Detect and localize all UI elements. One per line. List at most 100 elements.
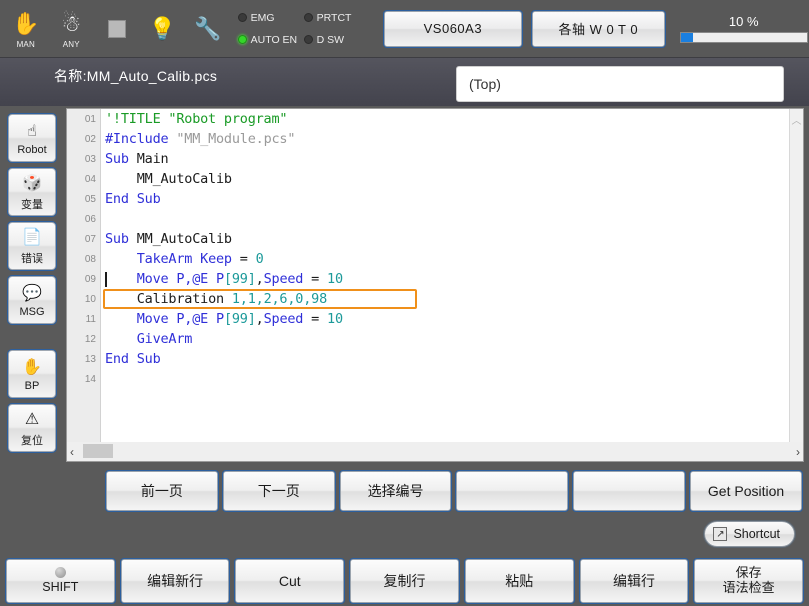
speed-progress-fill (680, 33, 694, 42)
line-number: 05 (84, 193, 96, 205)
cut-button[interactable]: Cut (234, 558, 346, 604)
status-led-prtct: PRTCT (303, 11, 370, 24)
line-number: 14 (84, 373, 96, 385)
prtct-led-label: PRTCT (316, 11, 352, 24)
hand-icon[interactable]: ✋ MAN (6, 4, 46, 54)
hand-stop-icon: ✋ (22, 358, 42, 376)
edit-new-line-button[interactable]: 编辑新行 (119, 558, 231, 604)
next-page-button[interactable]: 下一页 (221, 470, 336, 512)
code-token: End Sub (105, 191, 161, 207)
sidebar-item-message-label: MSG (19, 305, 45, 318)
paste-button[interactable]: 粘贴 (463, 558, 575, 604)
code-token: = (303, 271, 328, 287)
editor-horizontal-scrollbar[interactable]: ‹ › (66, 442, 804, 462)
robot-teach-pendant-screen: ✋ MAN ☃ ANY 💡 🔧 EMG PRTCT AUTO EN D SW V… (0, 0, 809, 606)
status-led-d-sw: D SW (303, 34, 370, 46)
hand-icon-glyph: ✋ (11, 10, 40, 36)
code-token: Speed (263, 311, 304, 327)
editor-vertical-scrollbar[interactable]: ︿ ﹀ (789, 109, 803, 459)
line-number: 13 (84, 353, 96, 365)
shift-button[interactable]: SHIFT (5, 558, 116, 604)
code-token: Sub (105, 151, 137, 167)
lightbulb-icon[interactable]: 💡 (143, 4, 183, 54)
select-number-button[interactable]: 选择编号 (338, 470, 453, 512)
dice-icon: 🎲 (22, 174, 42, 192)
axis-mode-button[interactable]: 各轴 W 0 T 0 (531, 9, 666, 48)
sidebar-item-breakpoint-label: BP (24, 379, 40, 392)
avatar-icon[interactable]: ☃ ANY (52, 4, 92, 54)
left-sidebar: ☝ Robot 🎲 变量 📄 错误 💬 MSG ✋ BP ⚠ 复位 (0, 106, 62, 462)
prev-page-button[interactable]: 前一页 (105, 470, 219, 512)
code-token: MM_AutoCalib (105, 171, 232, 187)
code-line[interactable]: 03 Sub Main (67, 149, 789, 169)
sidebar-item-robot[interactable]: ☝ Robot (7, 113, 57, 163)
avatar-icon-glyph: ☃ (61, 10, 82, 36)
lightbulb-icon-glyph: 💡 (148, 15, 177, 41)
edit-line-button[interactable]: 编辑行 (578, 558, 690, 604)
wrench-warning-icon[interactable]: 🔧 (188, 4, 228, 54)
hand-icon-label: MAN (16, 39, 35, 49)
sidebar-item-error[interactable]: 📄 错误 (7, 221, 57, 271)
code-line[interactable]: 11 Move P,@E P[99],Speed = 10 (67, 309, 789, 329)
speed-indicator[interactable]: 10 % (679, 14, 809, 43)
hscroll-thumb[interactable] (83, 444, 113, 458)
code-line[interactable]: 12 GiveArm (67, 329, 789, 349)
stop-square-shape (107, 14, 126, 44)
line-text: TakeArm Keep = 0 (101, 251, 789, 267)
code-line[interactable]: 08 TakeArm Keep = 0 (67, 249, 789, 269)
sidebar-item-breakpoint[interactable]: ✋ BP (7, 349, 57, 399)
status-led-auto-en: AUTO EN (237, 34, 304, 46)
blank-button-2[interactable] (572, 470, 687, 512)
line-number: 10 (84, 293, 96, 305)
code-token: '!TITLE "Robot program" (105, 111, 288, 127)
code-line[interactable]: 06 (67, 209, 789, 229)
code-token: TakeArm Keep (136, 251, 232, 267)
document-check-icon: 📄 (22, 228, 42, 246)
line-text: Move P,@E P[99],Speed = 10 (101, 271, 789, 287)
line-number: 03 (84, 153, 96, 165)
scroll-left-icon[interactable]: ‹ (70, 445, 74, 459)
code-token: , (255, 311, 264, 327)
code-line[interactable]: 13 End Sub (67, 349, 789, 369)
code-lines-container[interactable]: 01 '!TITLE "Robot program" 02 #Include "MM_… (67, 109, 789, 459)
wrench-warning-glyph: 🔧 (194, 15, 222, 41)
avatar-icon-label: ANY (62, 39, 80, 49)
shortcut-button[interactable]: ↗ Shortcut (703, 520, 796, 548)
sidebar-item-reset-label: 复位 (21, 434, 43, 447)
code-token: MM_AutoCalib (136, 231, 232, 247)
code-line[interactable]: 07 Sub MM_AutoCalib (67, 229, 789, 249)
code-token: [99] (223, 311, 256, 327)
code-token: Sub (105, 231, 137, 247)
scope-field[interactable]: (Top) (456, 66, 784, 102)
code-line[interactable]: 14 (67, 369, 789, 389)
line-number: 01 (84, 113, 96, 125)
code-line[interactable]: 02 #Include "MM_Module.pcs" (67, 129, 789, 149)
code-line[interactable]: 01 '!TITLE "Robot program" (67, 109, 789, 129)
speed-progress-track[interactable] (679, 32, 808, 43)
stop-square-icon[interactable] (97, 4, 137, 54)
robot-model-button[interactable]: VS060A3 (382, 9, 524, 48)
save-syntax-check-button[interactable]: 保存 语法检查 (693, 558, 805, 604)
auto-en-led-dot (237, 35, 247, 44)
code-token: Main (136, 151, 169, 167)
copy-line-button[interactable]: 复制行 (349, 558, 460, 604)
scroll-right-icon[interactable]: › (796, 445, 800, 459)
speed-value-label: 10 % (728, 14, 759, 29)
code-editor[interactable]: 01 '!TITLE "Robot program" 02 #Include "MM_… (66, 108, 804, 460)
code-token: #Include (105, 131, 177, 147)
code-line[interactable]: 10 Calibration 1,1,2,6,0,98 (67, 289, 789, 309)
code-line[interactable]: 04 MM_AutoCalib (67, 169, 789, 189)
sidebar-item-variable[interactable]: 🎲 变量 (7, 167, 57, 217)
blank-button-1[interactable] (455, 470, 570, 512)
code-line[interactable]: 09 Move P,@E P[99],Speed = 10 (67, 269, 789, 289)
scroll-up-icon[interactable]: ︿ (792, 112, 802, 127)
sidebar-item-reset[interactable]: ⚠ 复位 (7, 403, 57, 453)
prtct-led-dot (303, 13, 313, 22)
get-position-button[interactable]: Get Position (689, 470, 803, 512)
sidebar-item-message[interactable]: 💬 MSG (7, 275, 57, 325)
code-line[interactable]: 05 End Sub (67, 189, 789, 209)
speech-bubble-icon: 💬 (22, 284, 42, 302)
